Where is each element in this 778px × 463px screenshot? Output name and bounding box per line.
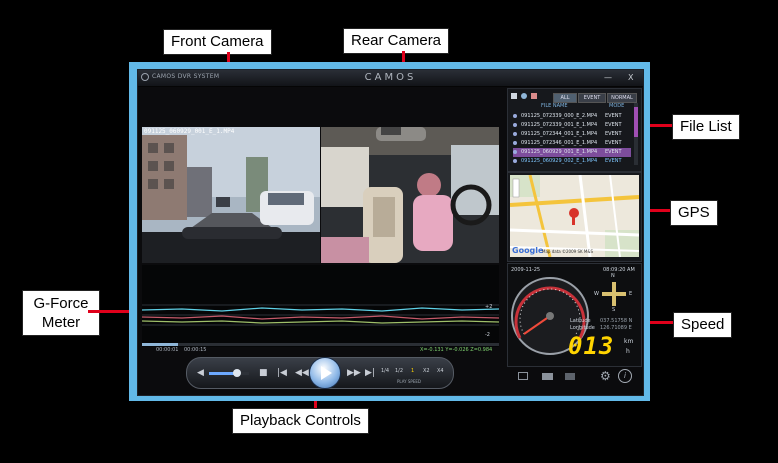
title-bar: CAMOS DVR SYSTEM CAMOS — X (138, 70, 643, 87)
list-item[interactable]: 091125_060929_002_E_1.MP4 EVENT (513, 157, 631, 166)
file-list-header: FILE NAME MODE (513, 103, 631, 111)
gforce-label-line2: Meter (41, 314, 81, 331)
callout-file-list: File List (672, 114, 740, 140)
skip-forward-icon[interactable]: ▶| (365, 368, 375, 378)
speed-option-3[interactable]: 1 (411, 368, 414, 374)
info-icon[interactable]: i (618, 369, 632, 383)
camera-icon[interactable] (518, 372, 528, 380)
gforce-panel[interactable]: +2 -2 (141, 265, 500, 347)
close-button[interactable]: X (628, 73, 633, 82)
tab-all[interactable]: ALL (553, 93, 577, 103)
camos-app-window: CAMOS DVR SYSTEM CAMOS — X 091125_060929… (137, 69, 644, 396)
file-list-toolbar-icon-3[interactable] (531, 93, 537, 99)
speed-unit-bottom: h (626, 348, 630, 355)
gforce-scale-bottom: -2 (485, 332, 490, 338)
speed-option-5[interactable]: X4 (437, 368, 444, 374)
gforce-graph (141, 304, 500, 326)
callout-gforce-meter: G-Force Meter (22, 290, 100, 336)
tab-normal[interactable]: NORMAL (607, 93, 637, 103)
compass-rose-icon: N S E W (594, 273, 632, 313)
stop-icon[interactable]: ■ (259, 368, 268, 378)
rear-camera-image (321, 127, 499, 263)
playback-bar: ◀ ■ |◀ ◀◀ ▶▶ ▶| 1/4 1/2 1 X2 X4 PLAY SPE… (186, 357, 454, 389)
compass-s: S (612, 307, 616, 313)
callout-speed: Speed (673, 312, 733, 338)
minimize-button[interactable]: — (604, 73, 612, 82)
play-speed-label: PLAY SPEED (397, 379, 421, 384)
map-attribution: Map data ©2009 SK M&S (542, 249, 593, 254)
speed-time: 08:09:20 AM (603, 267, 635, 273)
gps-map (510, 175, 639, 257)
gforce-readout: X=-0.131 Y=-0.026 Z=0.984 (420, 347, 493, 353)
speed-option-2[interactable]: 1/2 (395, 368, 403, 374)
col-file-name: FILE NAME (541, 103, 568, 109)
compass-n: N (611, 273, 615, 279)
settings-gear-icon[interactable]: ⚙ (600, 370, 611, 382)
timeline-progress (142, 343, 178, 346)
map-provider-logo: Google (512, 246, 544, 255)
file-list-panel: ALL EVENT NORMAL FILE NAME MODE 091125_0… (507, 88, 642, 172)
list-item[interactable]: 091125_072344_001_E_1.MP4 EVENT (513, 130, 631, 139)
file-list-scrollbar[interactable] (634, 103, 638, 165)
callout-playback-controls: Playback Controls (232, 408, 369, 434)
longitude-label: Longitude (570, 325, 595, 331)
callout-front-camera: Front Camera (163, 29, 272, 55)
volume-icon[interactable]: ◀ (197, 368, 204, 378)
gforce-scale-top: +2 (485, 304, 493, 310)
callout-gps: GPS (670, 200, 718, 226)
front-camera-view[interactable]: 091125_060929_001_E_1.MP4 (142, 127, 320, 263)
list-item[interactable]: 091125_072339_000_E_2.MP4 EVENT (513, 112, 631, 121)
rewind-icon[interactable]: ◀◀ (295, 368, 309, 378)
speed-unit-top: km (624, 338, 634, 345)
file-list-scroll-thumb[interactable] (634, 107, 638, 137)
time-end: 00:00:15 (184, 347, 207, 353)
list-item[interactable]: 091125_072346_001_E_1.MP4 EVENT (513, 139, 631, 148)
speed-option-1[interactable]: 1/4 (381, 368, 389, 374)
folder-icon[interactable] (565, 373, 575, 380)
volume-knob[interactable] (233, 369, 241, 377)
time-start: 00:00:01 (156, 347, 179, 353)
front-video-overlay-text: 091125_060929_001_E_1.MP4 (144, 128, 235, 135)
compass-e: E (629, 291, 633, 297)
compass-w: W (594, 291, 599, 297)
timeline-track[interactable] (142, 343, 499, 346)
list-item-selected[interactable]: 091125_060929_001_E_1.MP4 EVENT (513, 148, 631, 157)
speed-date: 2009-11-25 (511, 267, 541, 273)
longitude-value: 126.71089 E (600, 325, 632, 331)
skip-back-icon[interactable]: |◀ (277, 368, 287, 378)
gps-panel[interactable]: Google Map data ©2009 SK M&S (507, 172, 642, 262)
app-title: CAMOS (364, 72, 417, 83)
volume-slider[interactable] (209, 372, 249, 375)
latitude-value: 037.51758 N (600, 318, 633, 324)
speed-option-4[interactable]: X2 (423, 368, 430, 374)
play-button[interactable] (309, 357, 341, 389)
snapshot-icon[interactable] (542, 373, 553, 380)
rear-camera-view[interactable] (321, 127, 499, 263)
callout-rear-camera: Rear Camera (343, 28, 450, 54)
speed-panel: 2009-11-25 08:09:20 AM N S E W Latitude … (507, 263, 642, 367)
tab-event[interactable]: EVENT (578, 93, 606, 103)
file-list-toolbar-icon-1[interactable] (511, 93, 517, 99)
speed-readout: 013 (568, 332, 615, 360)
fast-forward-icon[interactable]: ▶▶ (347, 368, 361, 378)
front-camera-image (142, 127, 320, 263)
list-item[interactable]: 091125_072339_001_E_1.MP4 EVENT (513, 121, 631, 130)
latitude-label: Latitude (570, 318, 591, 324)
play-icon (321, 366, 332, 380)
gforce-label-line1: G-Force (33, 295, 89, 312)
col-mode: MODE (609, 103, 625, 109)
file-list-toolbar-icon-2[interactable] (521, 93, 527, 99)
